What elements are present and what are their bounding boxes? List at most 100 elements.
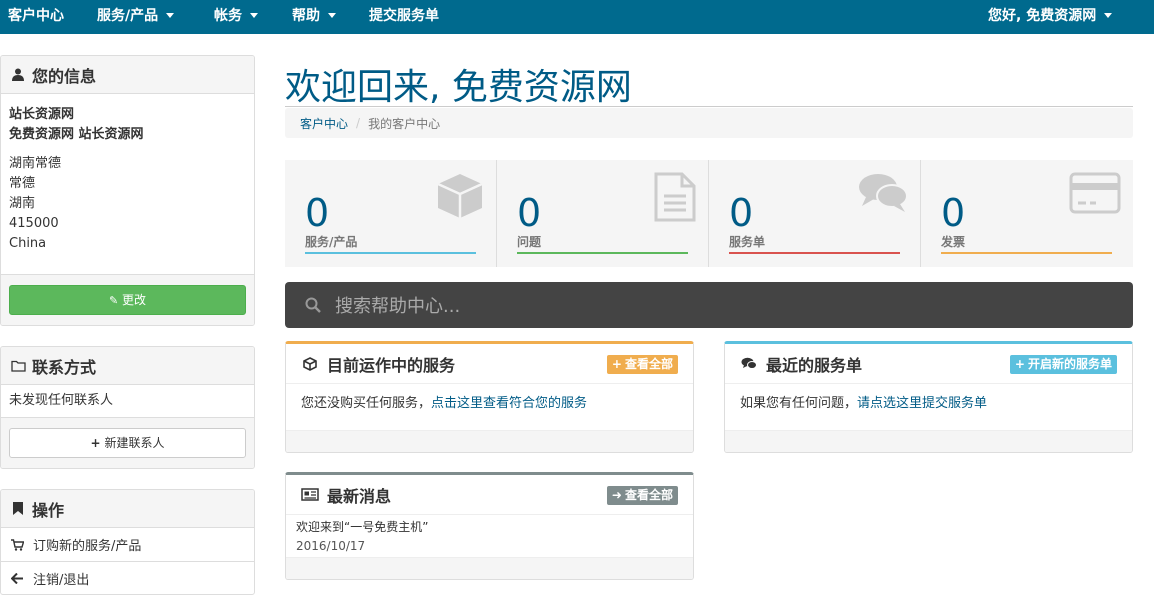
nav-submit-ticket[interactable]: 提交服务单 <box>369 0 439 34</box>
arrow-left-icon <box>10 572 24 584</box>
stats-tiles: 0 服务/产品 0 问题 0 服务单 0 发票 <box>285 160 1133 267</box>
tile-issues[interactable]: 0 问题 <box>497 160 709 267</box>
actions-panel-heading: 操作 <box>1 490 254 528</box>
top-navbar: 客户中心 服务/产品 帐务 帮助 提交服务单 您好, 免费资源网 <box>0 0 1154 34</box>
latest-news-title: 最新消息 <box>327 486 392 506</box>
edit-info-label: 更改 <box>122 293 147 307</box>
folder-icon <box>10 360 26 372</box>
address-postcode: 415000 <box>9 216 59 231</box>
latest-news-box: 最新消息 ➜ 查看全部 欢迎来到“一号免费主机” 2016/10/17 <box>285 472 694 580</box>
cart-icon <box>10 538 24 551</box>
info-panel-title: 您的信息 <box>32 66 97 86</box>
tile-services-count: 0 <box>305 191 330 235</box>
bookmark-icon <box>10 502 26 515</box>
breadcrumb-separator: / <box>356 116 361 130</box>
order-new-service-label: 订购新的服务/产品 <box>33 539 142 554</box>
tile-issues-count: 0 <box>517 191 542 235</box>
contacts-empty-text: 未发现任何联系人 <box>9 393 114 408</box>
active-services-title: 目前运作中的服务 <box>327 355 456 375</box>
tile-tickets-bar <box>729 252 900 254</box>
user-icon <box>10 68 26 81</box>
order-new-service-link[interactable]: 订购新的服务/产品 <box>1 528 254 561</box>
address-city: 常德 <box>9 176 36 191</box>
search-input[interactable]: 搜索帮助中心... <box>335 292 460 318</box>
recent-tickets-title: 最近的服务单 <box>766 355 863 375</box>
caret-down-icon <box>1104 12 1113 18</box>
nav-billing-menu[interactable]: 帐务 <box>214 0 258 34</box>
new-contact-button[interactable]: + 新建联系人 <box>9 428 246 458</box>
contacts-panel-heading: 联系方式 <box>1 347 254 385</box>
caret-down-icon <box>250 12 258 18</box>
address-country: China <box>9 236 47 251</box>
plus-icon: + <box>611 357 622 371</box>
view-all-news-button[interactable]: ➜ 查看全部 <box>606 486 678 505</box>
contacts-panel: 联系方式 未发现任何联系人 + 新建联系人 <box>0 346 255 469</box>
comments-icon <box>858 172 908 218</box>
title-divider <box>285 106 1133 107</box>
latest-news-heading: 最新消息 ➜ 查看全部 <box>286 475 693 515</box>
tile-invoices-bar <box>941 252 1112 254</box>
nav-user-label: 您好, 免费资源网 <box>988 8 1097 24</box>
view-all-services-label: 查看全部 <box>624 357 673 371</box>
tile-invoices-label: 发票 <box>941 235 966 249</box>
breadcrumb: 客户中心 / 我的客户中心 <box>285 108 1133 138</box>
latest-news-footer <box>286 557 693 579</box>
active-services-box: 目前运作中的服务 + 查看全部 您还没购买任何服务，点击这里查看符合您的服务 <box>285 341 694 453</box>
open-new-ticket-label: 开启新的服务单 <box>1027 357 1112 371</box>
caret-down-icon <box>166 12 175 18</box>
tile-tickets-label: 服务单 <box>729 235 766 249</box>
nav-user-menu[interactable]: 您好, 免费资源网 <box>988 0 1113 34</box>
recent-tickets-box: 最近的服务单 + 开启新的服务单 如果您有任何问题，请点选这里提交服务单 <box>724 341 1133 453</box>
recent-tickets-heading: 最近的服务单 + 开启新的服务单 <box>725 344 1132 384</box>
nav-help-label: 帮助 <box>292 8 320 24</box>
cube-icon <box>301 356 319 371</box>
tile-services[interactable]: 0 服务/产品 <box>285 160 497 267</box>
tile-invoices[interactable]: 0 发票 <box>921 160 1133 267</box>
plus-icon: + <box>90 436 101 450</box>
tickets-help-text: 如果您有任何问题， <box>740 396 858 411</box>
arrow-right-icon: ➜ <box>611 488 622 502</box>
document-icon <box>654 172 696 226</box>
tile-services-bar <box>305 252 476 254</box>
news-item-date: 2016/10/17 <box>296 539 366 553</box>
tile-services-label: 服务/产品 <box>305 235 358 249</box>
breadcrumb-current: 我的客户中心 <box>368 116 441 131</box>
tile-issues-label: 问题 <box>517 235 542 249</box>
help-search-box[interactable]: 搜索帮助中心... <box>285 282 1133 328</box>
address-line: 湖南常德 <box>9 156 62 171</box>
nav-services-menu[interactable]: 服务/产品 <box>97 0 175 34</box>
caret-down-icon <box>328 12 336 18</box>
actions-panel-title: 操作 <box>32 500 65 520</box>
credit-card-icon <box>1069 172 1121 218</box>
nav-billing-label: 帐务 <box>214 8 242 24</box>
info-panel-heading: 您的信息 <box>1 56 254 94</box>
view-all-services-button[interactable]: + 查看全部 <box>606 355 678 374</box>
nav-help-menu[interactable]: 帮助 <box>292 0 336 34</box>
actions-panel: 操作 订购新的服务/产品 注销/退出 <box>0 489 255 595</box>
open-new-ticket-button[interactable]: + 开启新的服务单 <box>1009 355 1117 374</box>
cube-icon <box>436 172 484 224</box>
browse-services-link[interactable]: 点击这里查看符合您的服务 <box>431 396 587 411</box>
active-services-heading: 目前运作中的服务 + 查看全部 <box>286 344 693 384</box>
newspaper-icon <box>301 488 319 501</box>
breadcrumb-home[interactable]: 客户中心 <box>300 115 348 132</box>
submit-ticket-link[interactable]: 请点选这里提交服务单 <box>857 396 987 411</box>
search-icon <box>305 297 321 313</box>
recent-tickets-footer <box>725 430 1132 452</box>
comments-icon <box>740 357 758 370</box>
logout-link[interactable]: 注销/退出 <box>1 561 254 594</box>
tile-invoices-count: 0 <box>941 191 966 235</box>
news-item-title[interactable]: 欢迎来到“一号免费主机” <box>296 518 683 537</box>
new-contact-label: 新建联系人 <box>104 436 165 450</box>
plus-icon: + <box>1014 357 1025 371</box>
logout-label: 注销/退出 <box>33 572 90 588</box>
no-services-text: 您还没购买任何服务， <box>301 396 432 411</box>
nav-services-label: 服务/产品 <box>97 8 159 24</box>
pencil-icon: ✎ <box>108 294 119 307</box>
edit-info-button[interactable]: ✎ 更改 <box>9 285 246 315</box>
contacts-panel-title: 联系方式 <box>32 357 97 377</box>
client-company: 免费资源网 站长资源网 <box>9 127 144 142</box>
nav-brand[interactable]: 客户中心 <box>8 0 64 34</box>
tile-tickets[interactable]: 0 服务单 <box>709 160 921 267</box>
tile-tickets-count: 0 <box>729 191 754 235</box>
